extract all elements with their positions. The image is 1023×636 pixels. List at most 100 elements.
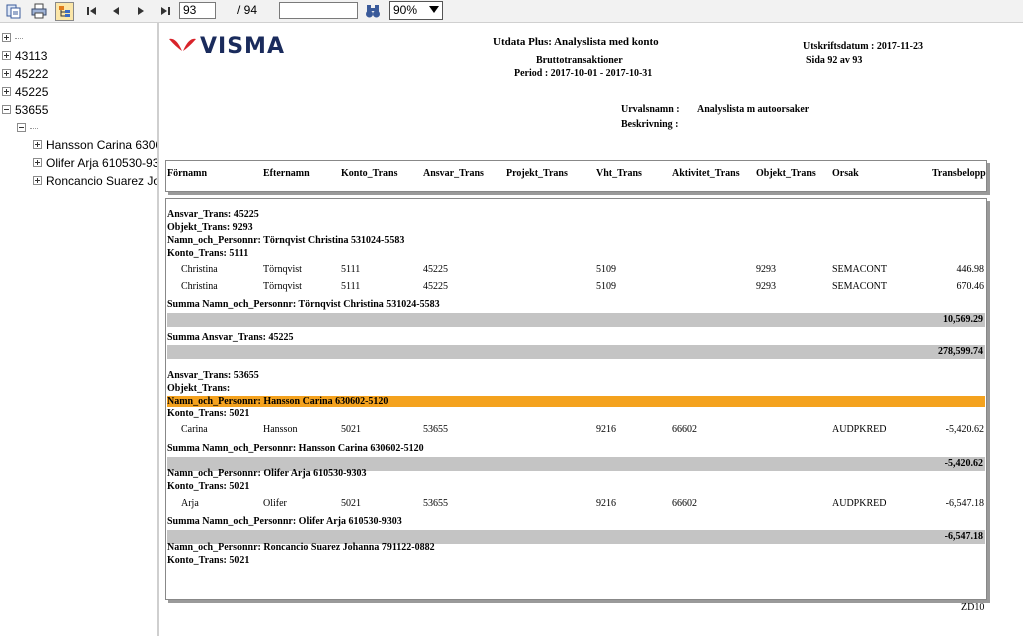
collapse-icon[interactable] [2, 105, 11, 115]
group-header: Namn_och_Personnr: Törnqvist Christina 5… [167, 235, 405, 246]
cell-orsak: AUDPKRED [832, 498, 887, 509]
column-header: Transbelopp [932, 168, 986, 179]
cell-efternamn: Törnqvist [263, 264, 302, 275]
summary-value: 278,599.74 [938, 346, 983, 357]
column-header: Ansvar_Trans [423, 168, 484, 179]
cell-vht: 9216 [596, 424, 616, 435]
cell-fornamn: Christina [181, 281, 218, 292]
cell-efternamn: Olifer [263, 498, 287, 509]
tree-connector [15, 38, 23, 40]
column-header-box: Förnamn Efternamn Konto_Trans Ansvar_Tra… [165, 160, 987, 192]
table-row: Christina Törnqvist 5111 45225 5109 9293… [166, 281, 986, 293]
page-number-input[interactable]: 93 [179, 2, 216, 19]
tree-leaf[interactable]: Olifer Arja 610530-9303 [33, 155, 157, 171]
zoom-select[interactable]: 90% [389, 1, 443, 20]
tree-node[interactable]: 45225 [2, 84, 48, 100]
urval-value: Analyslista m autoorsaker [697, 104, 810, 115]
panel-splitter[interactable] [157, 23, 159, 636]
logo-text: VISMA [200, 34, 285, 59]
prev-page-icon[interactable] [107, 2, 125, 20]
expand-icon[interactable] [33, 158, 42, 168]
print-icon[interactable] [30, 2, 48, 20]
group-header: Konto_Trans: 5111 [167, 248, 249, 259]
page-total-label: / 94 [237, 3, 258, 17]
summary-label: Summa Ansvar_Trans: 45225 [167, 332, 294, 343]
column-header: Objekt_Trans [756, 168, 816, 179]
cell-transbelopp: -6,547.18 [945, 498, 984, 509]
export-icon[interactable] [5, 2, 23, 20]
group-tree-panel: 43113 45222 45225 53655 Hansson Carina 6… [0, 23, 157, 636]
cell-aktivitet: 66602 [672, 498, 697, 509]
summary-label: Summa Namn_och_Personnr: Hansson Carina … [167, 443, 424, 454]
group-header: Ansvar_Trans: 53655 [167, 370, 259, 381]
tree-leaf-label: Olifer Arja 610530-9303 [46, 156, 157, 170]
expand-icon[interactable] [2, 51, 11, 61]
report-period: Period : 2017-10-01 - 2017-10-31 [514, 68, 653, 79]
column-header: Orsak [832, 168, 859, 179]
selected-group-highlight[interactable]: Namn_och_Personnr: Hansson Carina 630602… [167, 396, 985, 407]
search-input[interactable] [279, 2, 358, 19]
tree-leaf[interactable]: Roncancio Suarez Johanna 791122-0882 [33, 173, 157, 189]
summary-bar: 10,569.29 [167, 313, 985, 327]
first-page-icon[interactable] [83, 2, 101, 20]
collapse-icon[interactable] [17, 123, 26, 133]
group-header: Konto_Trans: 5021 [167, 408, 250, 419]
group-header: Namn_och_Personnr: Hansson Carina 630602… [167, 396, 389, 407]
report-footer-code: ZD10 [961, 602, 985, 613]
group-header: Objekt_Trans: [167, 383, 231, 394]
group-header: Objekt_Trans: 9293 [167, 222, 253, 233]
cell-aktivitet: 66602 [672, 424, 697, 435]
cell-orsak: SEMACONT [832, 281, 888, 292]
chevron-down-icon [429, 6, 439, 13]
table-row: Arja Olifer 5021 53655 9216 66602 AUDPKR… [166, 498, 986, 510]
summary-value: -5,420.62 [944, 458, 983, 469]
expand-icon[interactable] [33, 140, 42, 150]
cell-objekt: 9293 [756, 264, 776, 275]
column-header: Projekt_Trans [506, 168, 568, 179]
cell-ansvar: 45225 [423, 264, 448, 275]
column-header: Aktivitet_Trans [672, 168, 740, 179]
group-header: Konto_Trans: 5021 [167, 481, 250, 492]
cell-efternamn: Törnqvist [263, 281, 302, 292]
page-indicator: Sida 92 av 93 [806, 55, 863, 66]
column-header: Vht_Trans [596, 168, 642, 179]
summary-value: -6,547.18 [944, 531, 983, 542]
cell-objekt: 9293 [756, 281, 776, 292]
tree-node-label: 45225 [15, 85, 49, 99]
cell-orsak: AUDPKRED [832, 424, 887, 435]
urval-label: Urvalsnamn : [621, 104, 680, 115]
group-tree-icon[interactable] [55, 2, 74, 21]
group-header: Konto_Trans: 5021 [167, 555, 250, 566]
tree-leaf[interactable]: Hansson Carina 630602-5120 [33, 137, 157, 153]
table-row: Carina Hansson 5021 53655 9216 66602 AUD… [166, 424, 986, 436]
cell-ansvar: 45225 [423, 281, 448, 292]
tree-node[interactable]: 45222 [2, 66, 48, 82]
cell-vht: 5109 [596, 264, 616, 275]
report-data-box: Ansvar_Trans: 45225 Objekt_Trans: 9293 N… [165, 198, 987, 600]
report-toolbar: 93 / 94 90% [0, 0, 1023, 23]
expand-icon[interactable] [33, 176, 42, 186]
report-subtitle: Bruttotransaktioner [536, 55, 623, 66]
cell-konto: 5111 [341, 264, 361, 275]
summary-label: Summa Namn_och_Personnr: Törnqvist Chris… [167, 299, 440, 310]
cell-konto: 5021 [341, 424, 361, 435]
group-header: Ansvar_Trans: 45225 [167, 209, 259, 220]
expand-icon[interactable] [2, 69, 11, 79]
tree-node[interactable]: 43113 [2, 48, 47, 64]
report-title: Utdata Plus: Analyslista med konto [493, 36, 659, 48]
column-header: Förnamn [167, 168, 207, 179]
last-page-icon[interactable] [156, 2, 174, 20]
tree-root[interactable] [2, 30, 23, 46]
column-header: Efternamn [263, 168, 310, 179]
binoculars-icon[interactable] [364, 2, 382, 20]
next-page-icon[interactable] [132, 2, 150, 20]
expand-icon[interactable] [2, 33, 11, 43]
cell-orsak: SEMACONT [832, 264, 888, 275]
summary-value: 10,569.29 [943, 314, 983, 325]
column-header: Konto_Trans [341, 168, 398, 179]
summary-bar: 278,599.74 [167, 345, 985, 359]
cell-transbelopp: 446.98 [956, 264, 985, 275]
expand-icon[interactable] [2, 87, 11, 97]
tree-subnode[interactable] [17, 120, 38, 136]
tree-node-expanded[interactable]: 53655 [2, 102, 48, 118]
